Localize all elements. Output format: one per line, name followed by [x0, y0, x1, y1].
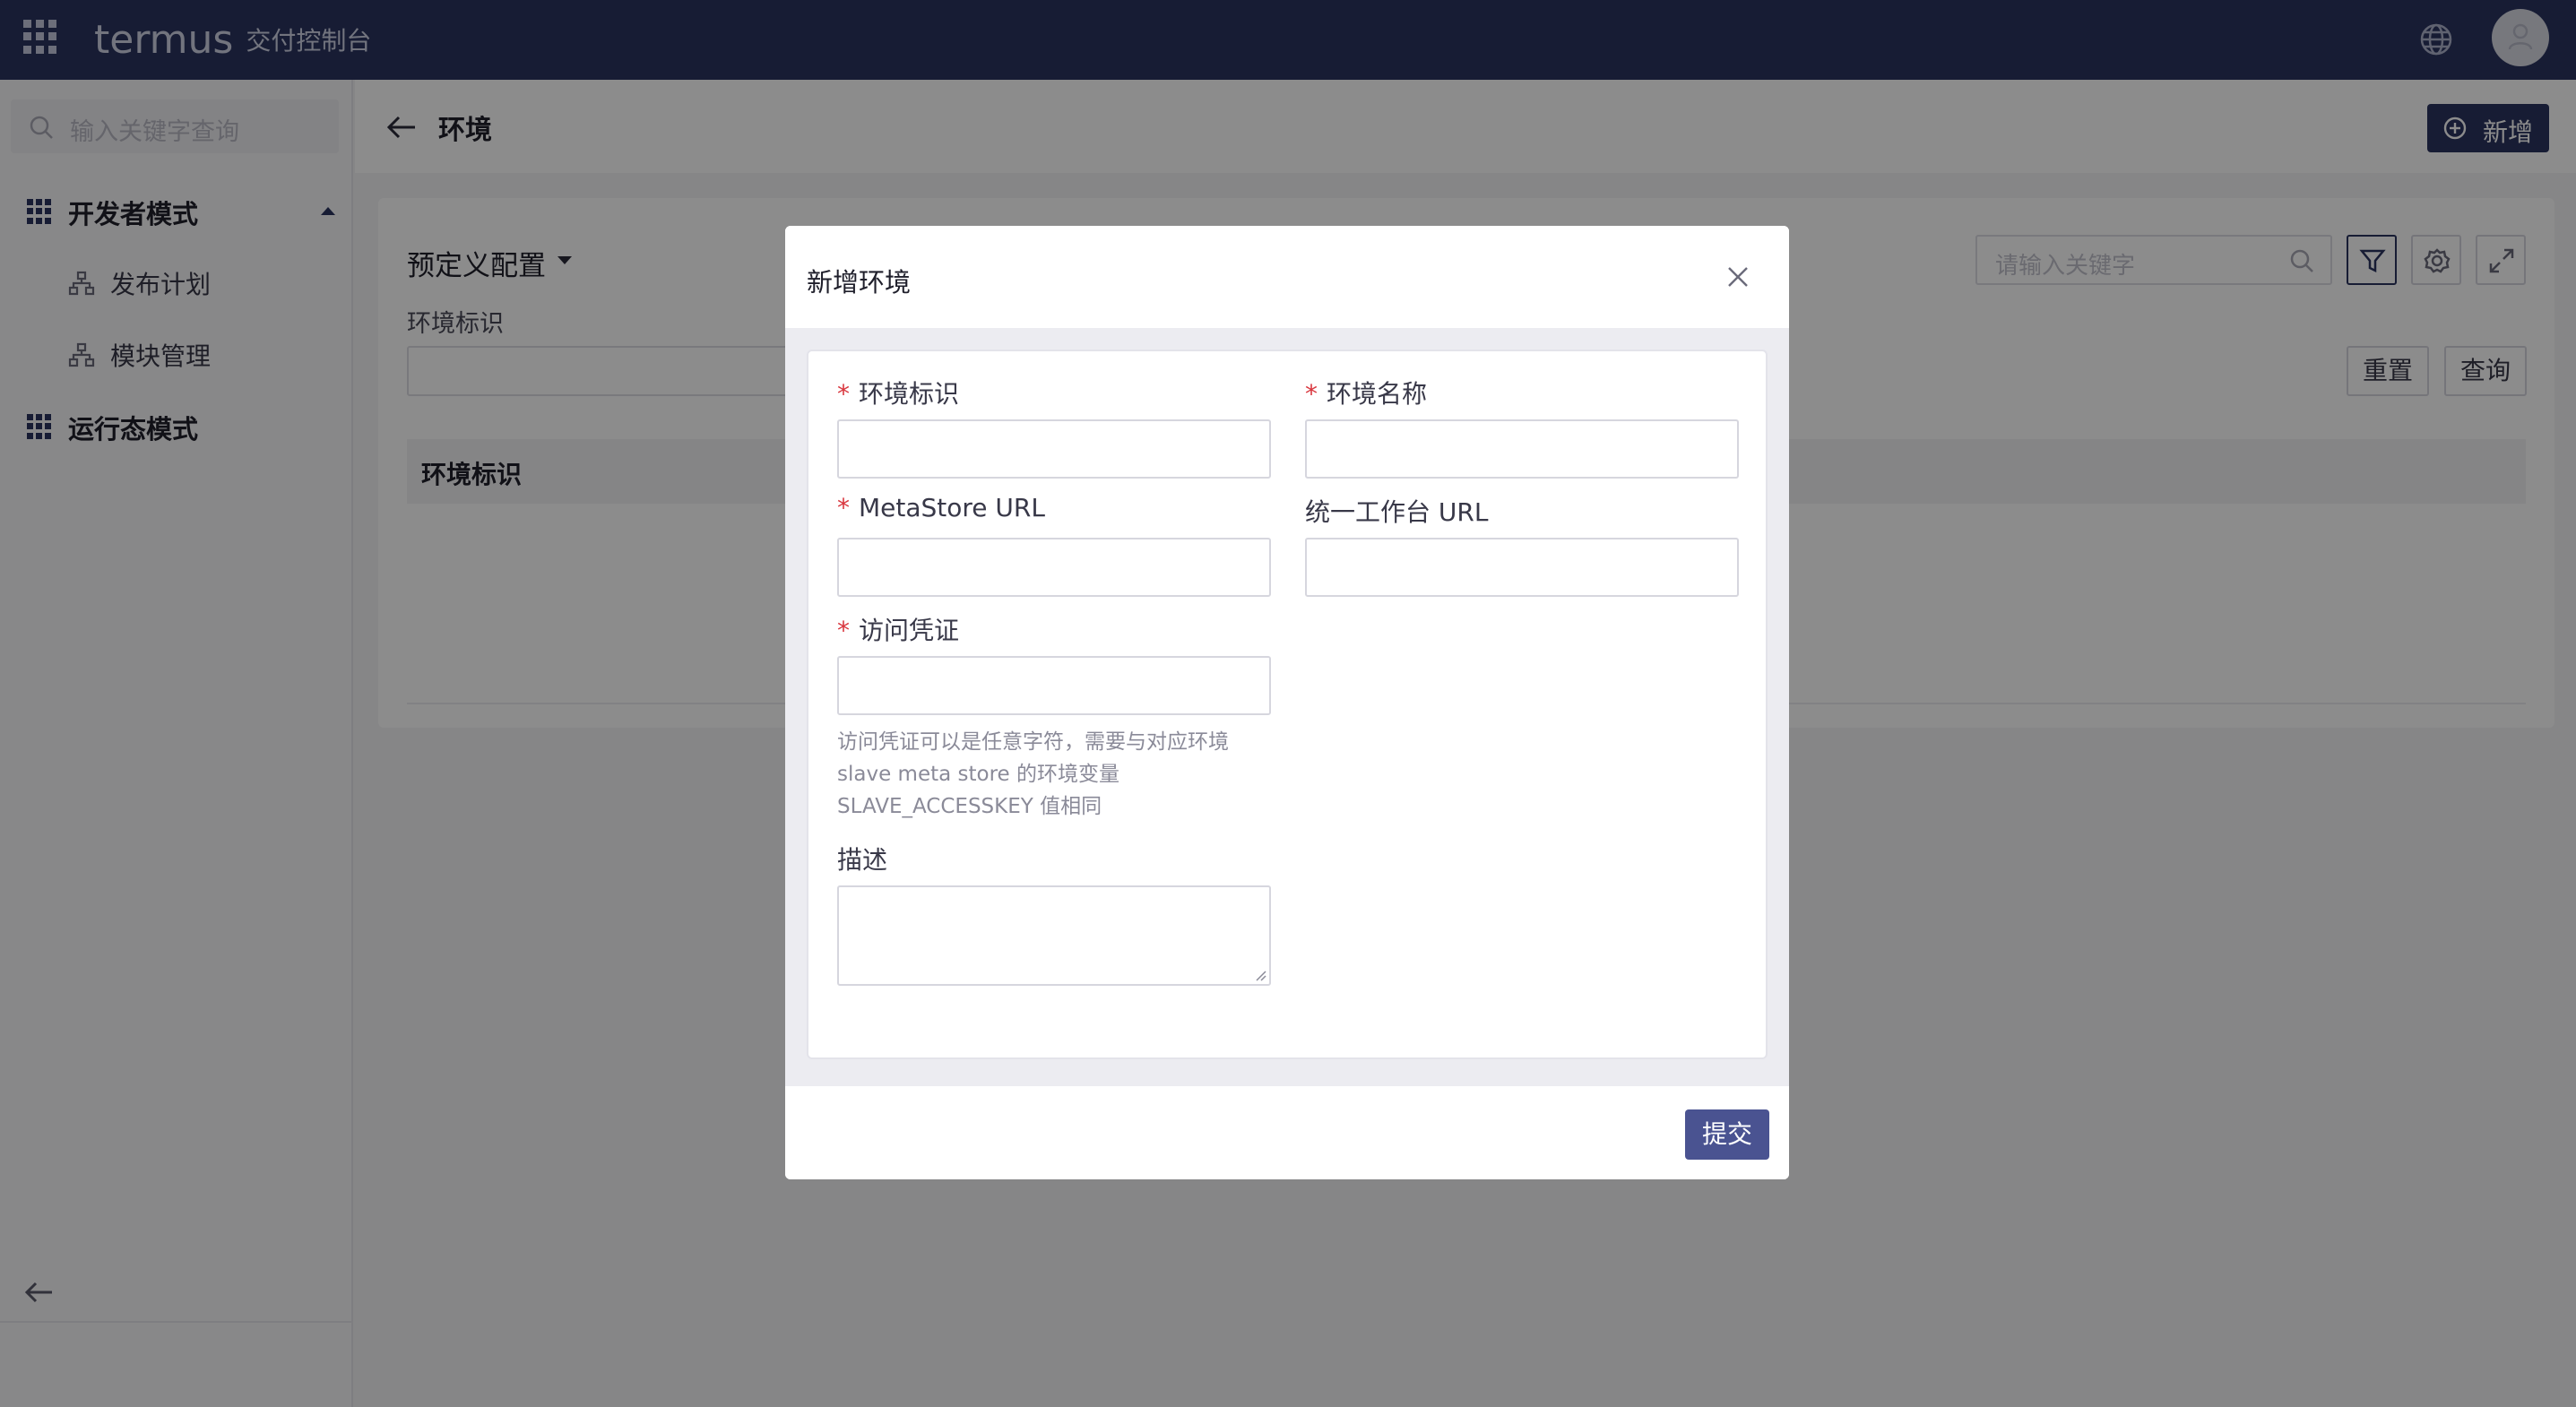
workbench-url-input[interactable] — [1305, 538, 1739, 597]
metastore-url-label: * MetaStore URL — [837, 493, 1045, 522]
required-asterisk: * — [1305, 379, 1318, 409]
workbench-url-label: 统一工作台 URL — [1305, 497, 1489, 527]
metastore-url-input[interactable] — [837, 538, 1271, 597]
env-name-input[interactable] — [1305, 419, 1739, 479]
env-id-label: * 环境标识 — [837, 375, 959, 410]
help-line: slave meta store 的环境变量 — [837, 763, 1120, 786]
resize-grip-icon[interactable] — [1254, 969, 1266, 981]
required-asterisk: * — [837, 379, 850, 409]
env-name-label-text: 环境名称 — [1327, 379, 1428, 409]
required-asterisk: * — [837, 616, 850, 645]
description-label: 描述 — [837, 845, 888, 875]
close-icon[interactable] — [1725, 263, 1751, 290]
add-environment-dialog: 新增环境 * 环境标识 * 环境名称 * MetaStore URL 统一工作台 UR… — [785, 226, 1789, 1179]
description-textarea[interactable] — [837, 885, 1271, 986]
metastore-url-label-text: MetaStore URL — [859, 493, 1045, 522]
help-line: SLAVE_ACCESSKEY 值相同 — [837, 795, 1102, 818]
dialog-footer: 提交 — [785, 1086, 1789, 1179]
env-id-label-text: 环境标识 — [859, 379, 960, 409]
dialog-body: * 环境标识 * 环境名称 * MetaStore URL 统一工作台 URL * 访问… — [785, 328, 1789, 1086]
submit-button[interactable]: 提交 — [1685, 1109, 1769, 1160]
dialog-header: 新增环境 — [785, 226, 1789, 328]
access-key-label: * 访问凭证 — [837, 611, 959, 647]
env-id-input[interactable] — [837, 419, 1271, 479]
environment-form: * 环境标识 * 环境名称 * MetaStore URL 统一工作台 URL * 访问… — [807, 350, 1768, 1059]
env-name-label: * 环境名称 — [1305, 375, 1427, 410]
access-key-label-text: 访问凭证 — [859, 616, 960, 645]
dialog-title: 新增环境 — [807, 267, 912, 298]
access-key-help-text: 访问凭证可以是任意字符，需要与对应环境 slave meta store 的环境… — [837, 726, 1285, 823]
required-asterisk: * — [837, 493, 850, 522]
access-key-input[interactable] — [837, 656, 1271, 715]
help-line: 访问凭证可以是任意字符，需要与对应环境 — [837, 730, 1229, 754]
